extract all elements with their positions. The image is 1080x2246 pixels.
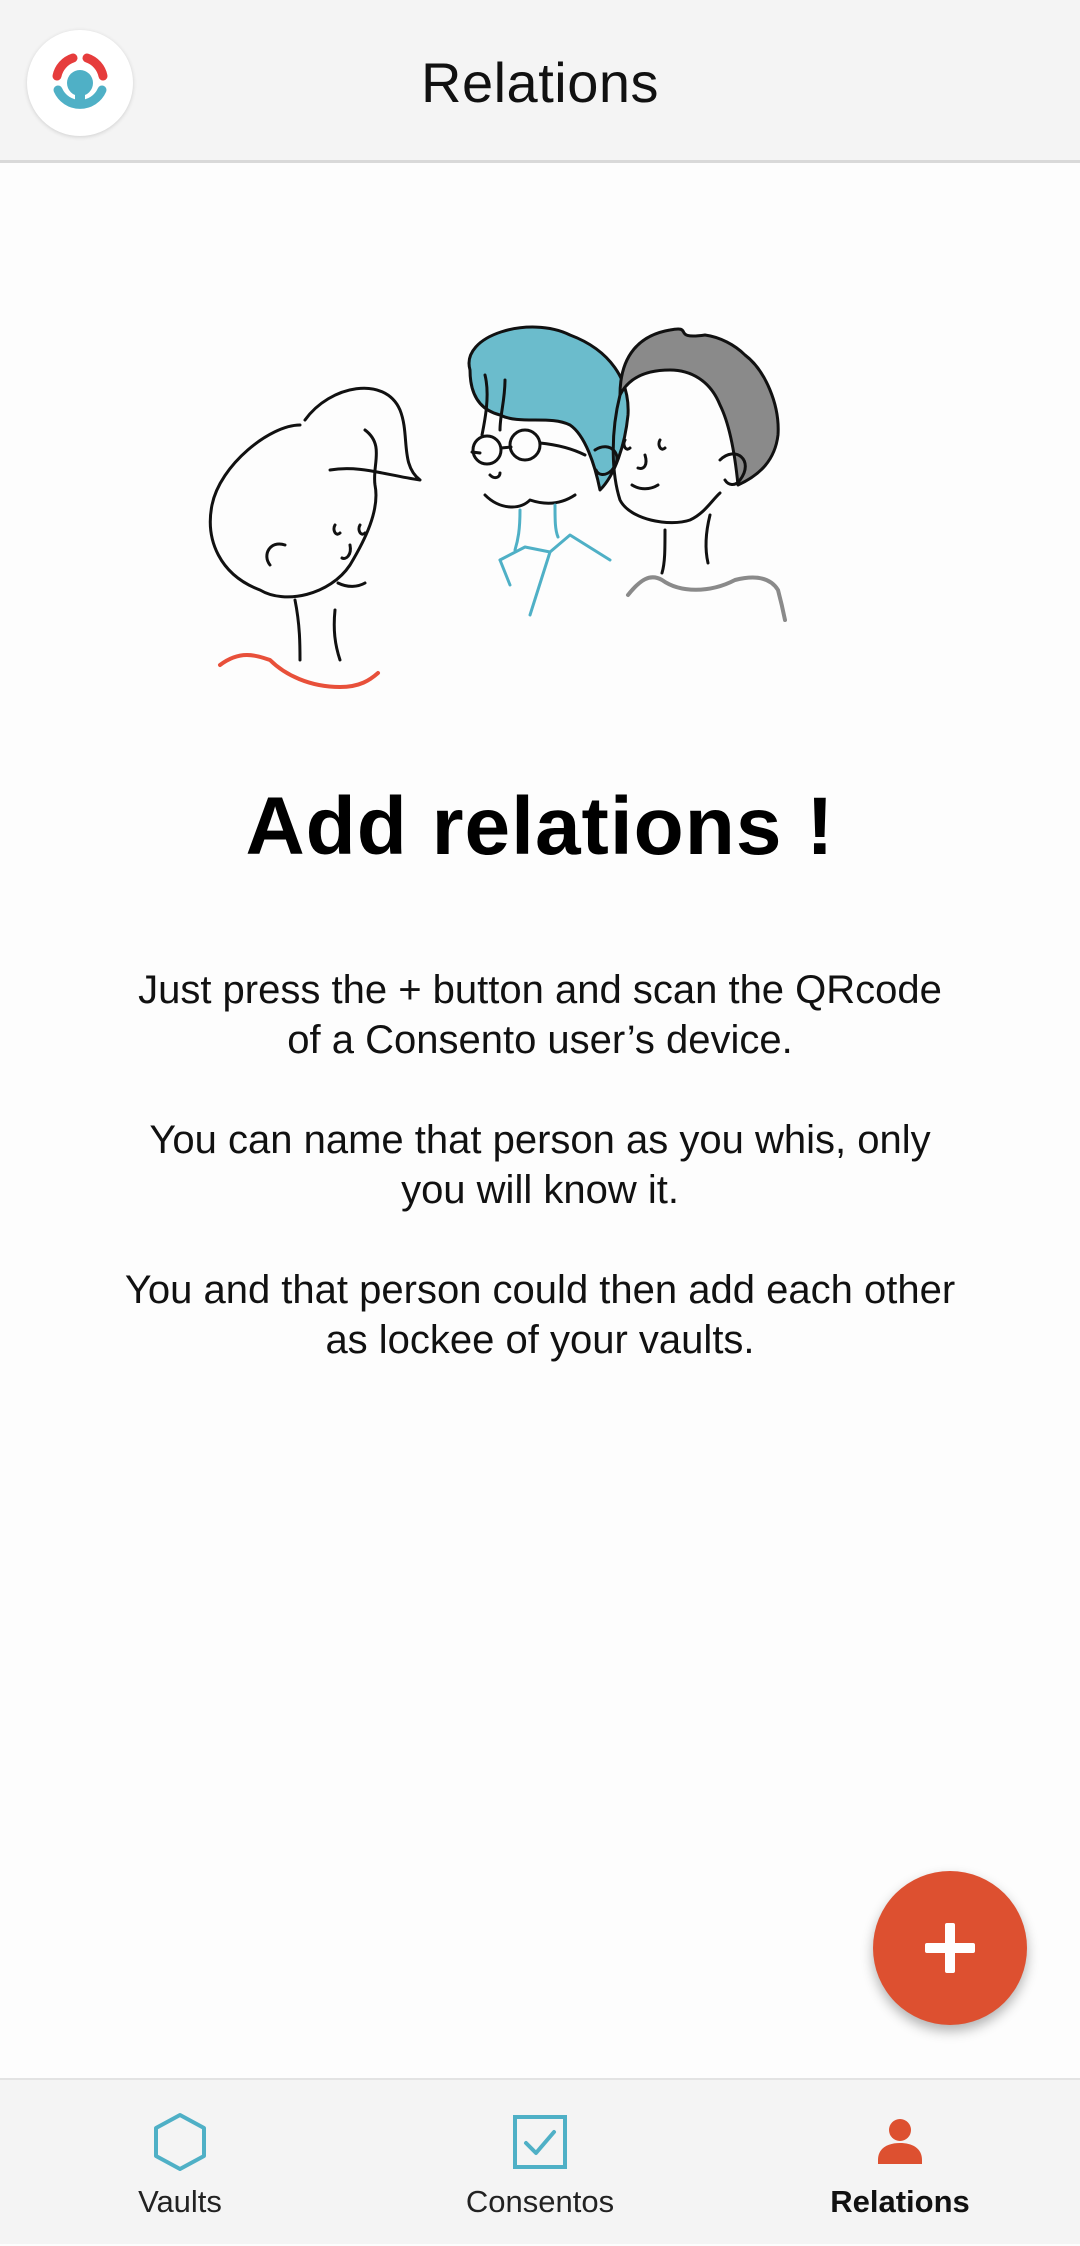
hexagon-icon bbox=[148, 2110, 212, 2174]
person-right bbox=[611, 327, 787, 622]
app-bar: Relations bbox=[0, 0, 1080, 163]
page-title: Relations bbox=[421, 51, 659, 114]
three-people-illustration bbox=[200, 315, 890, 695]
nav-item-relations[interactable]: Relations bbox=[720, 2080, 1080, 2246]
nav-item-consentos[interactable]: Consentos bbox=[360, 2080, 720, 2246]
add-relation-button[interactable] bbox=[873, 1871, 1027, 2025]
plus-icon bbox=[925, 1923, 975, 1973]
instruction-paragraph-1: Just press the + button and scan the QRc… bbox=[138, 968, 942, 1062]
nav-label-vaults: Vaults bbox=[138, 2184, 222, 2219]
nav-label-consentos: Consentos bbox=[465, 2184, 615, 2219]
person-middle bbox=[467, 325, 630, 617]
bottom-navigation: Vaults Consentos Relations bbox=[0, 2078, 1080, 2244]
person-left bbox=[208, 386, 422, 689]
instruction-paragraph-3: You and that person could then add each … bbox=[124, 1268, 956, 1362]
nav-item-vaults[interactable]: Vaults bbox=[0, 2080, 360, 2246]
nav-label-relations: Relations bbox=[830, 2184, 970, 2219]
person-icon bbox=[868, 2110, 932, 2174]
empty-state-headline: Add relations ! bbox=[245, 781, 835, 872]
instruction-paragraph-2: You can name that person as you whis, on… bbox=[149, 1118, 931, 1212]
checkbox-icon bbox=[508, 2110, 572, 2174]
